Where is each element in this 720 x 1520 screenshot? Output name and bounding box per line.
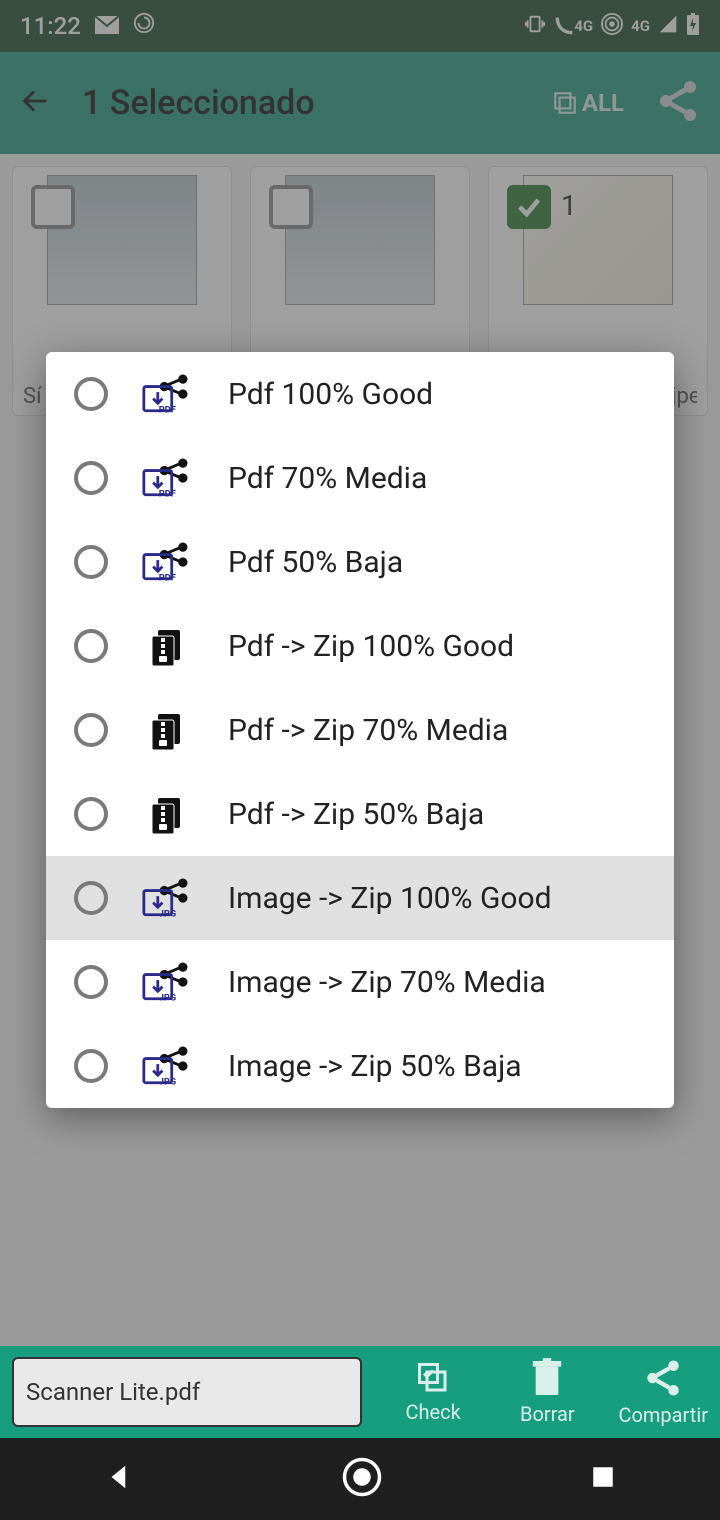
share-option[interactable]: JPG Image -> Zip 70% Media (46, 940, 674, 1024)
radio-button[interactable] (74, 797, 108, 831)
zip-icon (142, 624, 194, 668)
nav-back-button[interactable] (104, 1462, 134, 1496)
output-filename-value: Scanner Lite.pdf (26, 1378, 200, 1406)
share-option-label: Image -> Zip 70% Media (228, 965, 546, 1000)
jpg-share-icon: JPG (142, 876, 194, 920)
pdf-share-icon: PDF (142, 456, 194, 500)
svg-text:PDF: PDF (159, 489, 176, 500)
delete-label: Borrar (520, 1402, 575, 1426)
svg-text:JPG: JPG (159, 1077, 176, 1088)
output-filename-field[interactable]: Scanner Lite.pdf (12, 1357, 362, 1427)
share-option[interactable]: JPG Image -> Zip 100% Good (46, 856, 674, 940)
share-option-label: Pdf 50% Baja (228, 545, 403, 580)
delete-button[interactable]: Borrar (504, 1358, 590, 1426)
share-label: Compartir (618, 1403, 708, 1427)
share-option[interactable]: PDF Pdf 50% Baja (46, 520, 674, 604)
radio-button[interactable] (74, 377, 108, 411)
bottom-toolbar: Scanner Lite.pdf Check Borrar Compartir (0, 1346, 720, 1438)
share-option[interactable]: PDF Pdf 70% Media (46, 436, 674, 520)
svg-text:JPG: JPG (159, 909, 176, 920)
share-option[interactable]: PDF Pdf 100% Good (46, 352, 674, 436)
share-option[interactable]: JPG Image -> Zip 50% Baja (46, 1024, 674, 1108)
system-nav-bar (0, 1438, 720, 1520)
zip-icon (142, 708, 194, 752)
jpg-share-icon: JPG (142, 1044, 194, 1088)
check-label: Check (405, 1400, 460, 1424)
share-option-label: Pdf -> Zip 50% Baja (228, 797, 484, 832)
zip-icon (142, 792, 194, 836)
pdf-share-icon: PDF (142, 372, 194, 416)
share-option-label: Pdf 100% Good (228, 377, 433, 412)
svg-text:JPG: JPG (159, 993, 176, 1004)
radio-button[interactable] (74, 1049, 108, 1083)
share-option[interactable]: Pdf -> Zip 70% Media (46, 688, 674, 772)
share-option-label: Image -> Zip 50% Baja (228, 1049, 522, 1084)
share-option-label: Pdf 70% Media (228, 461, 427, 496)
svg-text:PDF: PDF (159, 405, 176, 416)
share-option-label: Pdf -> Zip 100% Good (228, 629, 514, 664)
radio-button[interactable] (74, 965, 108, 999)
radio-button[interactable] (74, 461, 108, 495)
pdf-share-icon: PDF (142, 540, 194, 584)
radio-button[interactable] (74, 545, 108, 579)
share-bottom-button[interactable]: Compartir (618, 1357, 708, 1427)
check-all-button[interactable]: Check (390, 1360, 476, 1424)
radio-button[interactable] (74, 713, 108, 747)
share-option-label: Image -> Zip 100% Good (228, 881, 552, 916)
share-option[interactable]: Pdf -> Zip 100% Good (46, 604, 674, 688)
share-options-dialog: PDF Pdf 100% Good PDF Pdf 70% Media PDF Pdf 5… (46, 352, 674, 1108)
share-option[interactable]: Pdf -> Zip 50% Baja (46, 772, 674, 856)
radio-button[interactable] (74, 881, 108, 915)
radio-button[interactable] (74, 629, 108, 663)
nav-recent-button[interactable] (590, 1464, 616, 1494)
nav-home-button[interactable] (341, 1456, 383, 1502)
share-option-label: Pdf -> Zip 70% Media (228, 713, 508, 748)
svg-text:PDF: PDF (159, 573, 176, 584)
jpg-share-icon: JPG (142, 960, 194, 1004)
